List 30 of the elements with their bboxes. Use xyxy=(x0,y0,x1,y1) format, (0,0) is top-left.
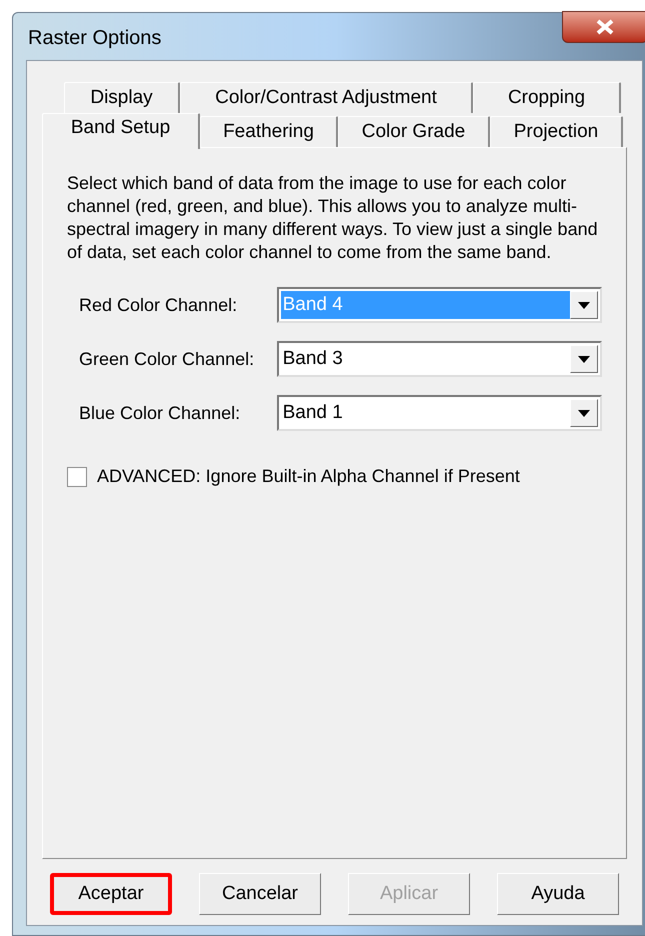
close-button[interactable] xyxy=(562,11,645,43)
dropdown-value: Band 4 xyxy=(280,291,570,319)
window-title: Raster Options xyxy=(28,26,162,51)
dialog-button[interactable]: Ayuda xyxy=(497,873,619,915)
description-text: Select which band of data from the image to use for each color channel (red, green, and blue). This allows you to analyze multi-spectral imagery in many different ways. To view just a single band of data, set each color channel to come from the same band. xyxy=(67,172,599,264)
close-icon xyxy=(596,19,614,35)
tab[interactable]: Display xyxy=(64,82,180,113)
checkbox-label: ADVANCED: Ignore Built-in Alpha Channel if Present xyxy=(97,465,520,488)
dropdown-arrow-button[interactable] xyxy=(570,399,598,427)
channel-label: Blue Color Channel: xyxy=(79,402,242,424)
dropdown-value: Band 1 xyxy=(282,400,344,425)
dropdown-arrow-button[interactable] xyxy=(570,291,598,319)
tab[interactable]: Cropping xyxy=(473,82,621,113)
caret-icon xyxy=(578,302,590,308)
channel-label: Red Color Channel: xyxy=(79,294,238,316)
dialog-button[interactable]: Cancelar xyxy=(199,873,321,915)
caret-icon xyxy=(578,356,590,362)
checkbox[interactable] xyxy=(67,466,87,486)
channel-label: Green Color Channel: xyxy=(79,348,256,370)
tab[interactable]: Color Grade xyxy=(338,116,490,147)
tab[interactable]: Projection xyxy=(490,116,623,147)
channel-dropdown[interactable]: Band 3 xyxy=(276,341,602,377)
caret-icon xyxy=(578,410,590,416)
dialog-button[interactable]: Aceptar xyxy=(50,873,172,915)
dropdown-arrow-button[interactable] xyxy=(570,345,598,373)
dropdown-value: Band 3 xyxy=(282,346,344,371)
tab[interactable]: Band Setup xyxy=(42,113,200,149)
channel-dropdown[interactable]: Band 1 xyxy=(276,395,602,431)
tab[interactable]: Feathering xyxy=(200,116,338,147)
tab[interactable]: Color/Contrast Adjustment xyxy=(180,82,473,113)
